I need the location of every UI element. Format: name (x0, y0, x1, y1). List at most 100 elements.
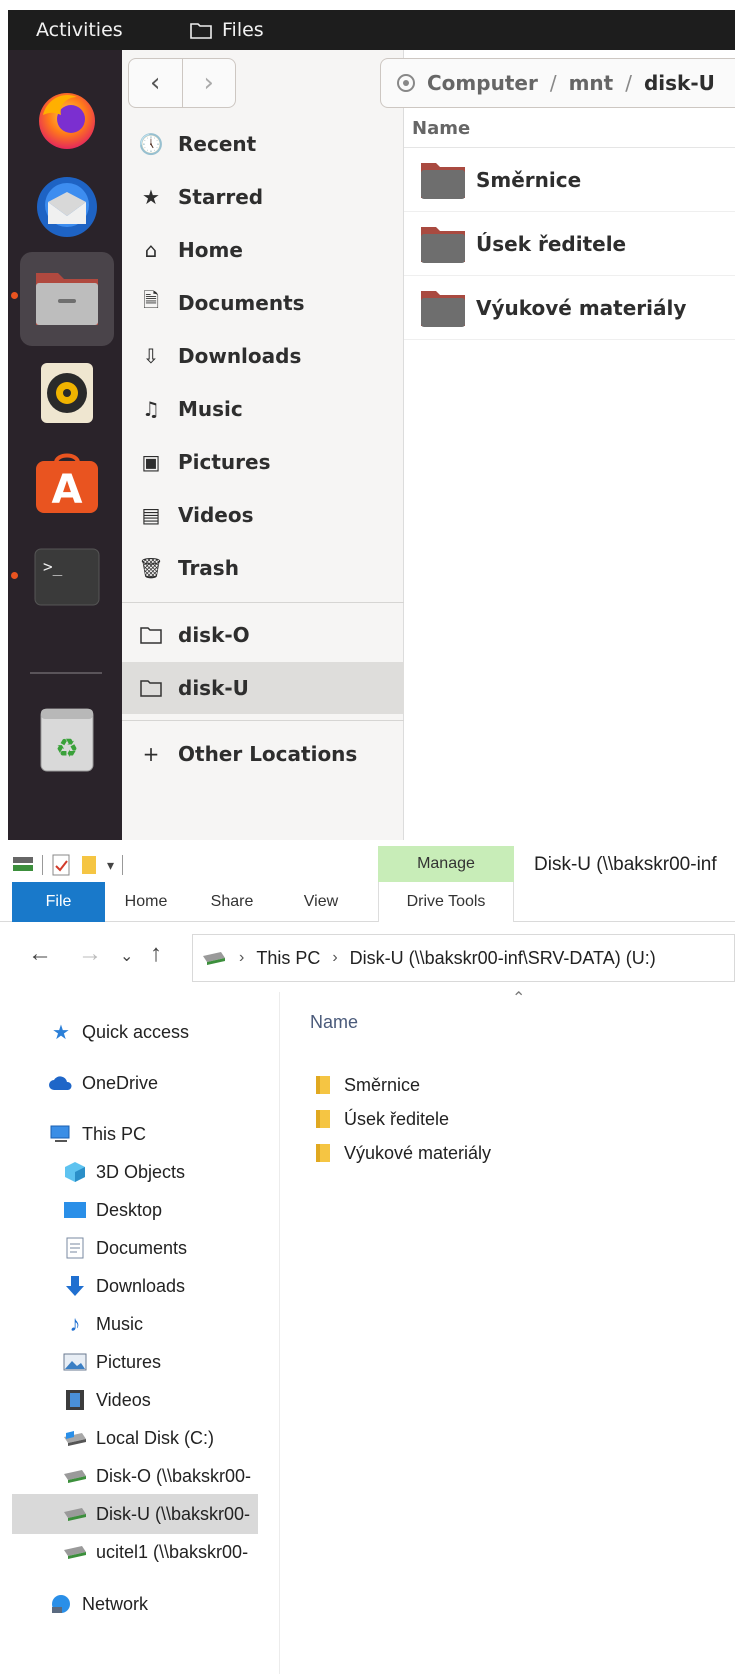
rhythmbox-icon (41, 363, 93, 423)
nav-item-videos[interactable]: Videos (62, 1380, 151, 1420)
location-bar[interactable]: Computer / mnt / disk-U (380, 58, 735, 108)
dock-software-center[interactable]: A (20, 436, 114, 530)
this-pc-icon (48, 1124, 74, 1144)
thunderbird-icon (37, 177, 97, 237)
nav-item-local-disk[interactable]: Local Disk (C:) (62, 1418, 214, 1458)
nav-item-music[interactable]: ♪ Music (62, 1304, 144, 1344)
music-note-icon: ♪ (69, 1311, 81, 1336)
back-arrow-icon[interactable]: ← (28, 940, 52, 968)
sort-caret-icon: ⌃ (512, 990, 526, 1007)
tab-home[interactable]: Home (108, 882, 184, 922)
sidebar-item-documents[interactable]: 🗎 Documents (122, 275, 404, 331)
list-item[interactable]: Úsek ředitele (404, 212, 735, 276)
nav-item-this-pc[interactable]: This PC (48, 1114, 146, 1154)
forward-arrow-icon[interactable]: → (78, 940, 102, 968)
checkmark-document-icon[interactable] (51, 854, 71, 876)
column-header-name[interactable]: Name (310, 1012, 358, 1033)
sidebar-item-label: disk-O (178, 623, 250, 647)
dock-thunderbird[interactable] (20, 160, 114, 254)
back-button[interactable]: ‹ (129, 59, 182, 107)
customize-toolbar-icon[interactable]: ▾ (107, 857, 114, 874)
sidebar-item-disk-o[interactable]: disk-O (122, 607, 404, 663)
up-arrow-icon[interactable]: ↑ (150, 940, 162, 968)
breadcrumb-current[interactable]: Disk-U (\\bakskr00-inf\SRV-DATA) (U:) (350, 948, 656, 969)
list-item[interactable]: Směrnice (404, 148, 735, 212)
list-item[interactable]: Směrnice (314, 1070, 420, 1100)
sidebar-item-downloads[interactable]: ⇩ Downloads (122, 328, 404, 384)
list-item[interactable]: Výukové materiály (404, 276, 735, 340)
nav-item-label: Music (96, 1313, 144, 1334)
document-icon: 🗎 (142, 288, 160, 312)
folder-icon (316, 1144, 330, 1162)
properties-drive-icon[interactable] (12, 855, 34, 875)
path-segment-mnt[interactable]: mnt (569, 71, 614, 95)
new-folder-icon[interactable] (79, 854, 99, 876)
sidebar-item-other-locations[interactable]: + Other Locations (122, 726, 404, 782)
sidebar-item-starred[interactable]: ★ Starred (122, 169, 404, 225)
sidebar-item-home[interactable]: ⌂ Home (122, 222, 404, 278)
sidebar-item-label: Pictures (178, 450, 271, 474)
folder-icon (421, 162, 465, 199)
sidebar-item-disk-u[interactable]: disk-U (122, 662, 404, 714)
file-name: Úsek ředitele (476, 231, 627, 256)
nav-item-label: 3D Objects (96, 1161, 186, 1182)
music-icon: ♫ (142, 397, 160, 421)
nav-item-onedrive[interactable]: OneDrive (48, 1063, 158, 1103)
documents-icon (62, 1237, 88, 1259)
folder-icon (316, 1110, 330, 1128)
files-sidebar: ‹ › 🕔 Recent ★ Starred ⌂ Home 🗎 Document… (122, 50, 404, 840)
path-segment-computer[interactable]: Computer (427, 71, 538, 95)
tab-share[interactable]: Share (196, 882, 268, 922)
breadcrumb-this-pc[interactable]: This PC (256, 948, 320, 969)
activities-button[interactable]: Activities (36, 19, 123, 41)
address-bar[interactable]: › This PC › Disk-U (\\bakskr00-inf\SRV-D… (192, 934, 735, 982)
folder-icon (316, 1076, 330, 1094)
manage-tab[interactable]: Manage (378, 846, 514, 882)
dock-terminal[interactable]: >_ (20, 530, 114, 624)
toolbar-divider (122, 855, 124, 875)
app-indicator-label: Files (222, 19, 264, 41)
history-buttons: ‹ › (128, 58, 236, 108)
dock-rhythmbox[interactable] (20, 346, 114, 440)
nav-item-ucitel1[interactable]: ucitel1 (\\bakskr00- (62, 1532, 248, 1572)
dock-files[interactable] (20, 252, 114, 346)
dock-trash[interactable]: ♻ (20, 692, 114, 786)
path-separator: / (625, 71, 632, 95)
trash-icon: ♻ (40, 708, 94, 772)
toolbar-divider (42, 855, 43, 875)
terminal-icon: >_ (34, 548, 100, 606)
running-indicator (11, 572, 18, 579)
recent-locations-chevron-icon[interactable]: ⌄ (120, 946, 133, 966)
nav-item-3d-objects[interactable]: 3D Objects (62, 1152, 185, 1192)
nav-item-quick-access[interactable]: ★ Quick access (48, 1012, 189, 1052)
forward-button[interactable]: › (181, 59, 236, 107)
sidebar-item-recent[interactable]: 🕔 Recent (122, 116, 404, 172)
list-item[interactable]: Výukové materiály (314, 1138, 491, 1168)
sidebar-item-pictures[interactable]: ▣ Pictures (122, 434, 404, 490)
column-header-name[interactable]: Name (404, 110, 735, 148)
dock-firefox[interactable] (20, 72, 114, 166)
files-icon (36, 273, 98, 325)
tab-file[interactable]: File (12, 882, 105, 922)
network-drive-icon (62, 1506, 88, 1522)
app-indicator[interactable]: Files (190, 19, 264, 41)
sidebar-item-videos[interactable]: ▤ Videos (122, 487, 404, 543)
sidebar-item-music[interactable]: ♫ Music (122, 381, 404, 437)
nav-item-label: Documents (96, 1237, 188, 1258)
list-item[interactable]: Úsek ředitele (314, 1104, 449, 1134)
nav-item-disk-o[interactable]: Disk-O (\\bakskr00- (62, 1456, 251, 1496)
tab-drive-tools[interactable]: Drive Tools (378, 882, 514, 922)
nav-item-documents[interactable]: Documents (62, 1228, 187, 1268)
tab-view[interactable]: View (288, 882, 354, 922)
nav-item-label: Local Disk (C:) (96, 1427, 215, 1448)
nav-item-pictures[interactable]: Pictures (62, 1342, 161, 1382)
nav-item-label: Videos (96, 1389, 151, 1410)
path-segment-current[interactable]: disk-U (644, 71, 715, 95)
nav-item-network[interactable]: Network (48, 1584, 148, 1624)
file-name: Výukové materiály (476, 295, 687, 320)
nav-item-desktop[interactable]: Desktop (62, 1190, 162, 1230)
sidebar-item-trash[interactable]: 🗑 Trash (122, 540, 404, 596)
nav-item-downloads[interactable]: Downloads (62, 1266, 185, 1306)
folder-outline-icon (190, 23, 212, 39)
nav-item-disk-u[interactable]: Disk-U (\\bakskr00- (12, 1494, 258, 1534)
